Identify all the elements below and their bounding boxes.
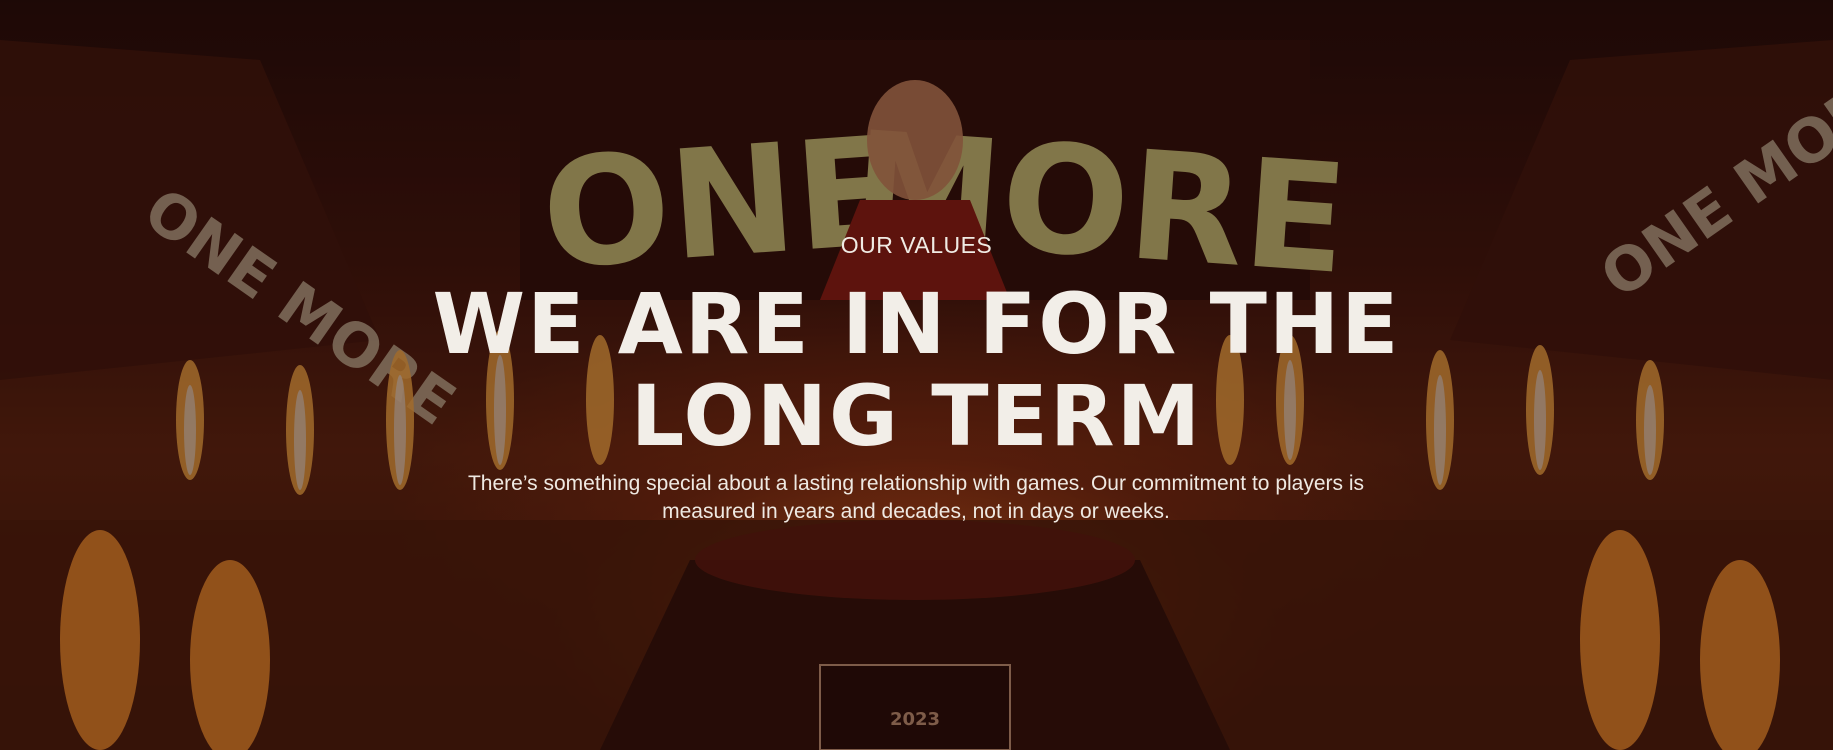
hero-description: There’s something special about a lastin… xyxy=(467,472,1365,523)
headline-line-1: WE ARE IN FOR THE xyxy=(432,275,1401,373)
hero-headline: WE ARE IN FOR THE LONG TERM xyxy=(0,278,1833,462)
section-eyebrow: OUR VALUES xyxy=(840,232,993,258)
headline-line-2: LONG TERM xyxy=(630,367,1203,465)
hero-section: ONE MORE ONE MORE ONE MORE 2023 OUR VALU… xyxy=(0,0,1833,750)
